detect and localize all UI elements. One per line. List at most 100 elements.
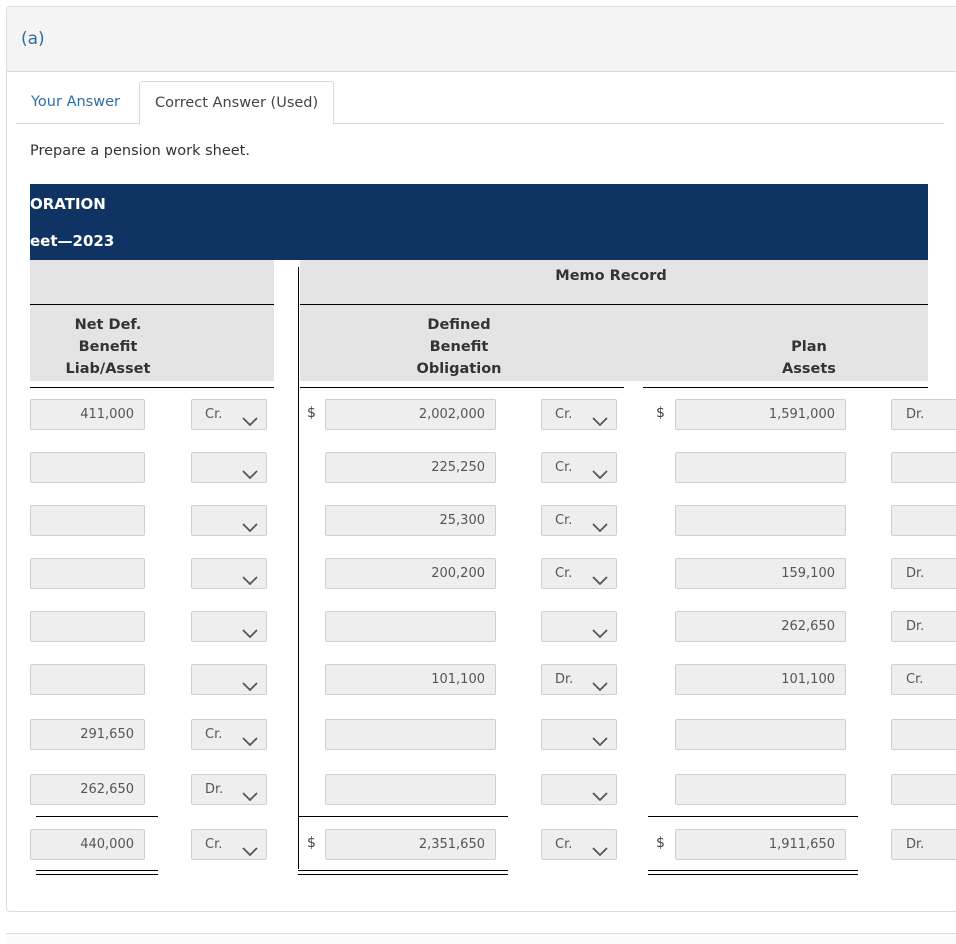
tab-your-answer[interactable]: Your Answer xyxy=(16,81,135,123)
col-header-line: Liab/Asset xyxy=(65,361,151,377)
plan-assets-dr-cr-select[interactable]: Dr. xyxy=(891,399,956,430)
net-def-benefit-dr-cr-select[interactable]: Cr. xyxy=(191,719,267,750)
double-underline xyxy=(298,870,508,875)
next-card-edge xyxy=(6,933,956,944)
select-value: Cr. xyxy=(555,407,573,422)
select-value: Dr. xyxy=(205,782,224,797)
divider xyxy=(30,304,274,305)
col-header-plan-assets: Plan Assets xyxy=(730,336,888,380)
divider xyxy=(643,387,928,388)
chevron-down-icon xyxy=(592,462,608,480)
net-def-benefit-dr-cr-select[interactable] xyxy=(191,611,267,642)
chevron-down-icon xyxy=(242,729,258,747)
net-def-benefit-input[interactable]: 262,650 xyxy=(30,774,145,805)
plan-assets-dr-cr-select[interactable]: Dr. xyxy=(891,558,956,589)
vertical-divider xyxy=(298,267,299,869)
dbo-input[interactable]: 25,300 xyxy=(325,505,496,536)
dbo-input[interactable] xyxy=(325,719,496,750)
dbo-input[interactable]: 101,100 xyxy=(325,664,496,695)
tab-correct-answer[interactable]: Correct Answer (Used) xyxy=(139,81,335,125)
dbo-dr-cr-select[interactable]: Cr. xyxy=(541,505,617,536)
net-def-benefit-input[interactable]: 291,650 xyxy=(30,719,145,750)
net-def-benefit-input[interactable]: 411,000 xyxy=(30,399,145,430)
plan-assets-input[interactable] xyxy=(675,452,846,483)
chevron-down-icon xyxy=(592,568,608,586)
dbo-dr-cr-select[interactable]: Cr. xyxy=(541,452,617,483)
plan-assets-dr-cr-select[interactable] xyxy=(891,719,956,750)
col-header-dbo: Defined Benefit Obligation xyxy=(380,314,538,380)
chevron-down-icon xyxy=(242,515,258,533)
question-prompt: Prepare a pension work sheet. xyxy=(30,143,250,159)
divider xyxy=(300,387,624,388)
dbo-dr-cr-select[interactable]: Dr. xyxy=(541,664,617,695)
dbo-input[interactable]: 200,200 xyxy=(325,558,496,589)
chevron-down-icon xyxy=(242,568,258,586)
plan-assets-dr-cr-select[interactable]: Dr. xyxy=(891,829,956,860)
chevron-down-icon xyxy=(242,462,258,480)
net-def-benefit-dr-cr-select[interactable]: Dr. xyxy=(191,774,267,805)
plan-assets-input[interactable]: 101,100 xyxy=(675,664,846,695)
plan-assets-dr-cr-select[interactable] xyxy=(891,774,956,805)
select-value: Cr. xyxy=(555,460,573,475)
dbo-input[interactable]: 225,250 xyxy=(325,452,496,483)
plan-assets-dr-cr-select[interactable] xyxy=(891,452,956,483)
select-value: Cr. xyxy=(555,837,573,852)
dbo-input[interactable] xyxy=(325,611,496,642)
plan-assets-input[interactable]: 159,100 xyxy=(675,558,846,589)
dbo-dr-cr-select[interactable]: Cr. xyxy=(541,558,617,589)
dbo-input[interactable] xyxy=(325,774,496,805)
chevron-down-icon xyxy=(242,674,258,692)
col-header-line: Benefit xyxy=(78,339,138,355)
currency-symbol: $ xyxy=(307,405,316,421)
plan-assets-input[interactable]: 1,911,650 xyxy=(675,829,846,860)
select-value: Cr. xyxy=(205,407,223,422)
select-value: Cr. xyxy=(555,566,573,581)
double-underline xyxy=(648,870,858,875)
net-def-benefit-input[interactable] xyxy=(30,558,145,589)
dbo-dr-cr-select[interactable]: Cr. xyxy=(541,399,617,430)
net-def-benefit-dr-cr-select[interactable] xyxy=(191,558,267,589)
select-value: Cr. xyxy=(205,727,223,742)
currency-symbol: $ xyxy=(656,835,665,851)
total-line xyxy=(36,816,158,817)
net-def-benefit-dr-cr-select[interactable]: Cr. xyxy=(191,399,267,430)
chevron-down-icon xyxy=(242,621,258,639)
worksheet-title-banner: ORATION eet—2023 xyxy=(30,184,928,260)
dbo-input[interactable]: 2,351,650 xyxy=(325,829,496,860)
plan-assets-input[interactable]: 262,650 xyxy=(675,611,846,642)
net-def-benefit-dr-cr-select[interactable] xyxy=(191,505,267,536)
plan-assets-dr-cr-select[interactable]: Dr. xyxy=(891,611,956,642)
chevron-down-icon xyxy=(592,409,608,427)
net-def-benefit-dr-cr-select[interactable] xyxy=(191,664,267,695)
plan-assets-input[interactable] xyxy=(675,719,846,750)
col-header-line: Obligation xyxy=(416,361,502,377)
col-header-line: Defined xyxy=(427,317,491,333)
total-line xyxy=(648,816,858,817)
plan-assets-dr-cr-select[interactable] xyxy=(891,505,956,536)
net-def-benefit-dr-cr-select[interactable] xyxy=(191,452,267,483)
currency-symbol: $ xyxy=(307,835,316,851)
plan-assets-dr-cr-select[interactable]: Cr. xyxy=(891,664,956,695)
net-def-benefit-dr-cr-select[interactable]: Cr. xyxy=(191,829,267,860)
dbo-input[interactable]: 2,002,000 xyxy=(325,399,496,430)
net-def-benefit-input[interactable] xyxy=(30,452,145,483)
plan-assets-input[interactable]: 1,591,000 xyxy=(675,399,846,430)
net-def-benefit-input[interactable] xyxy=(30,664,145,695)
select-value: Cr. xyxy=(205,837,223,852)
dbo-dr-cr-select[interactable] xyxy=(541,774,617,805)
dbo-dr-cr-select[interactable] xyxy=(541,611,617,642)
net-def-benefit-input[interactable] xyxy=(30,505,145,536)
chevron-down-icon xyxy=(242,784,258,802)
plan-assets-input[interactable] xyxy=(675,774,846,805)
currency-symbol: $ xyxy=(656,405,665,421)
chevron-down-icon xyxy=(242,839,258,857)
net-def-benefit-input[interactable]: 440,000 xyxy=(30,829,145,860)
net-def-benefit-input[interactable] xyxy=(30,611,145,642)
chevron-down-icon xyxy=(592,784,608,802)
plan-assets-input[interactable] xyxy=(675,505,846,536)
answer-tabs: Your Answer Correct Answer (Used) xyxy=(16,81,944,125)
chevron-down-icon xyxy=(592,621,608,639)
col-header-line: Net Def. xyxy=(74,317,142,333)
dbo-dr-cr-select[interactable]: Cr. xyxy=(541,829,617,860)
dbo-dr-cr-select[interactable] xyxy=(541,719,617,750)
